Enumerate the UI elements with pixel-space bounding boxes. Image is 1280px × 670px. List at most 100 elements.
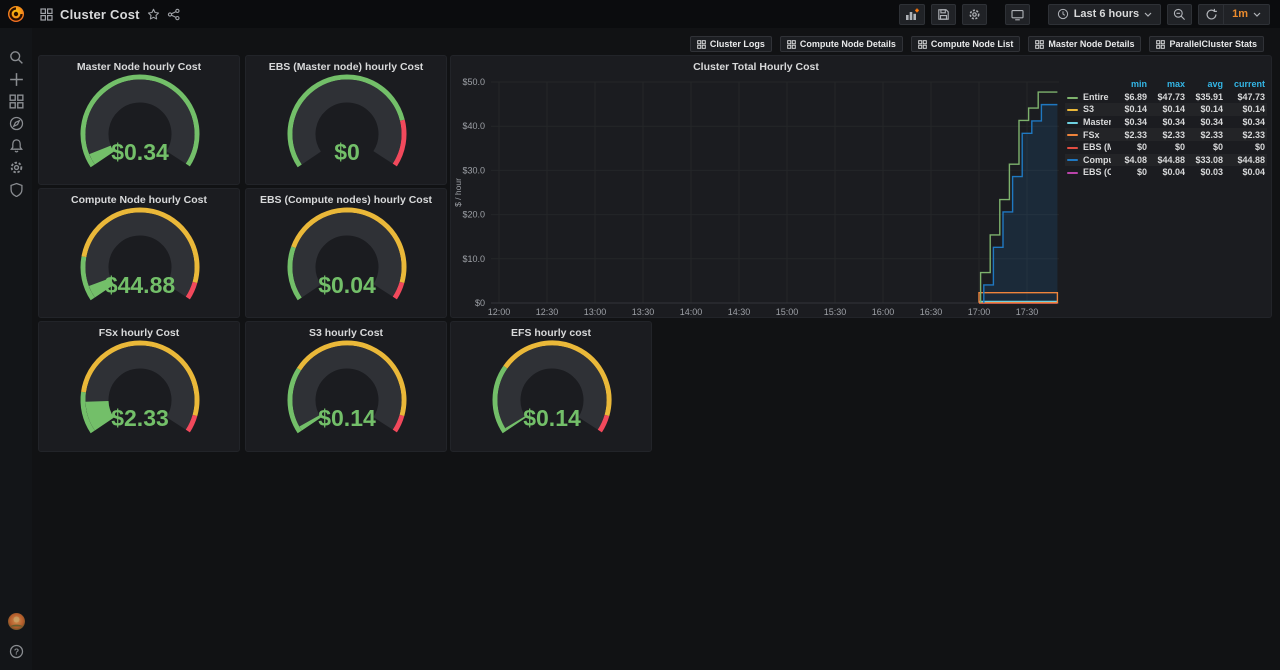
server-admin-shield-icon[interactable]: [0, 178, 32, 200]
legend-stat-current: $0.34: [1242, 117, 1265, 128]
legend-row-ebs-compute[interactable]: EBS (Compute) $0 $0.04 $0.03 $0.04: [1065, 166, 1267, 179]
panel-efs-hourly-cost: EFS hourly cost $0.14: [450, 321, 652, 452]
legend-series-color-dash: [1067, 159, 1078, 162]
gauge: $0.34: [39, 72, 239, 184]
time-range-zoom-out-button[interactable]: [1167, 3, 1193, 25]
x-tick-label: 16:30: [920, 307, 943, 317]
legend-series-color-dash: [1067, 109, 1078, 112]
legend-column-avg[interactable]: avg: [1185, 79, 1223, 89]
legend-stat-avg: $0: [1212, 142, 1223, 153]
legend-series-color-dash: [1067, 172, 1078, 175]
y-tick-label: $10.0: [462, 254, 485, 264]
panel-master-node-hourly-cost: Master Node hourly Cost $0.34: [38, 55, 240, 185]
legend-column-max[interactable]: max: [1147, 79, 1185, 89]
chart-legend-table: minmaxavgcurrentEntire Cluster cost$6.89…: [1065, 78, 1267, 179]
gauge: $2.33: [39, 338, 239, 451]
panel-cluster-total-hourly-cost: Cluster Total Hourly Cost $50.0 $40.0 $30.…: [450, 55, 1272, 318]
dashboard-link-label: Compute Node List: [930, 39, 1014, 49]
legend-stat-max: $0.14: [1162, 104, 1185, 115]
legend-row-fsx[interactable]: FSx $2.33 $2.33 $2.33 $2.33: [1065, 128, 1267, 141]
legend-series-color-dash: [1067, 134, 1078, 137]
cycle-view-mode-button[interactable]: [1004, 3, 1030, 25]
dashboard-link-cluster-logs[interactable]: Cluster Logs: [689, 36, 772, 52]
legend-stat-max: $0.04: [1162, 167, 1185, 178]
panel-ebs-master-hourly-cost: EBS (Master node) hourly Cost $0: [245, 55, 447, 185]
legend-row-s3[interactable]: S3 $0.14 $0.14 $0.14 $0.14: [1065, 103, 1267, 116]
share-icon[interactable]: [167, 8, 180, 21]
save-dashboard-icon: [937, 8, 949, 20]
panel-compute-node-hourly-cost: Compute Node hourly Cost $44.88: [38, 188, 240, 318]
zoom-out-icon: [1173, 8, 1186, 20]
gauge-value: $44.88: [105, 272, 176, 298]
legend-series-name: EBS (Master): [1083, 142, 1111, 153]
dashboard-settings-button[interactable]: [961, 3, 987, 25]
gauge-value-arc: [88, 277, 115, 298]
legend-stat-min: $0: [1136, 142, 1147, 153]
add-panel-button[interactable]: [898, 3, 925, 25]
y-tick-label: $20.0: [462, 210, 485, 220]
gauge-value: $2.33: [111, 405, 169, 431]
panel-s3-hourly-cost: S3 hourly Cost $0.14: [245, 321, 447, 452]
dashboard-link-compute-node-list[interactable]: Compute Node List: [910, 36, 1021, 52]
gauge: $44.88: [39, 205, 239, 317]
explore-compass-icon[interactable]: [0, 112, 32, 134]
refresh-icon: [1206, 8, 1217, 19]
caret-down-icon: [1253, 12, 1261, 17]
legend-row-master-node[interactable]: Master Node $0.34 $0.34 $0.34 $0.34: [1065, 116, 1267, 129]
legend-stat-current: $2.33: [1242, 129, 1265, 140]
legend-row-compute-nodes[interactable]: Compute Nodes $4.08 $44.88 $33.08 $44.88: [1065, 154, 1267, 167]
user-avatar[interactable]: [0, 610, 32, 632]
legend-stat-avg: $0.03: [1200, 167, 1223, 178]
legend-series-name: Compute Nodes: [1083, 154, 1111, 165]
time-range-picker[interactable]: Last 6 hours: [1047, 3, 1162, 25]
gauge: $0.04: [246, 205, 446, 317]
clock-icon: [1057, 8, 1068, 20]
help-icon[interactable]: ?: [0, 640, 32, 662]
search-icon[interactable]: [0, 46, 32, 68]
legend-stat-avg: $35.91: [1195, 91, 1223, 102]
dashboard-title[interactable]: Cluster Cost: [60, 7, 140, 22]
gauge-value-arc: [299, 415, 321, 431]
dashboard-link-label: Cluster Logs: [709, 39, 765, 49]
y-tick-label: $40.0: [462, 121, 485, 131]
x-tick-label: 13:00: [584, 307, 607, 317]
legend-stat-max: $47.73: [1157, 91, 1185, 102]
dashboard-link-compute-node-details[interactable]: Compute Node Details: [779, 36, 903, 52]
sidebar: ?: [0, 28, 32, 670]
grafana-logo-icon: [8, 6, 24, 22]
alerting-bell-icon[interactable]: [0, 134, 32, 156]
gauge-value: $0.14: [523, 405, 581, 431]
refresh-interval-picker[interactable]: 1m: [1223, 3, 1270, 25]
dashboard-grid-icon: [787, 39, 796, 49]
navbar: Cluster Cost Last 6 hours 1m: [32, 0, 1280, 28]
refresh-button[interactable]: [1198, 3, 1224, 25]
series-area-compute-nodes: [983, 104, 1058, 303]
legend-stat-avg: $0.14: [1200, 104, 1223, 115]
plus-icon[interactable]: [0, 68, 32, 90]
legend-column-current[interactable]: current: [1223, 79, 1265, 89]
save-dashboard-button[interactable]: [930, 3, 956, 25]
legend-series-name: EBS (Compute): [1083, 167, 1111, 178]
legend-stat-current: $0.14: [1242, 104, 1265, 115]
legend-stat-min: $4.08: [1124, 154, 1147, 165]
legend-series-name: Entire Cluster cost: [1083, 91, 1111, 102]
legend-series-color-dash: [1067, 146, 1078, 149]
grafana-logo[interactable]: [0, 0, 32, 28]
dashboard-link-parallelcluster-stats[interactable]: ParallelCluster Stats: [1149, 36, 1264, 52]
gauge-value: $0.04: [318, 272, 376, 298]
legend-stat-max: $0: [1174, 142, 1185, 153]
legend-stat-max: $44.88: [1157, 154, 1185, 165]
dashboard-link-master-node-details[interactable]: Master Node Details: [1028, 36, 1142, 52]
configuration-gear-icon[interactable]: [0, 156, 32, 178]
gauge: $0.14: [246, 338, 446, 451]
dashboards-icon[interactable]: [0, 90, 32, 112]
dashboard-grid-icon: [697, 39, 706, 49]
legend-row-entire-cluster-cost[interactable]: Entire Cluster cost $6.89 $47.73 $35.91 $47.…: [1065, 91, 1267, 104]
dashboard-grid-icon: [1035, 39, 1045, 49]
legend-column-min[interactable]: min: [1111, 79, 1147, 89]
legend-stat-max: $2.33: [1162, 129, 1185, 140]
legend-row-ebs-master[interactable]: EBS (Master) $0 $0 $0 $0: [1065, 141, 1267, 154]
refresh-interval-label: 1m: [1232, 8, 1248, 20]
star-icon[interactable]: [147, 8, 160, 21]
legend-stat-min: $0.14: [1124, 104, 1147, 115]
